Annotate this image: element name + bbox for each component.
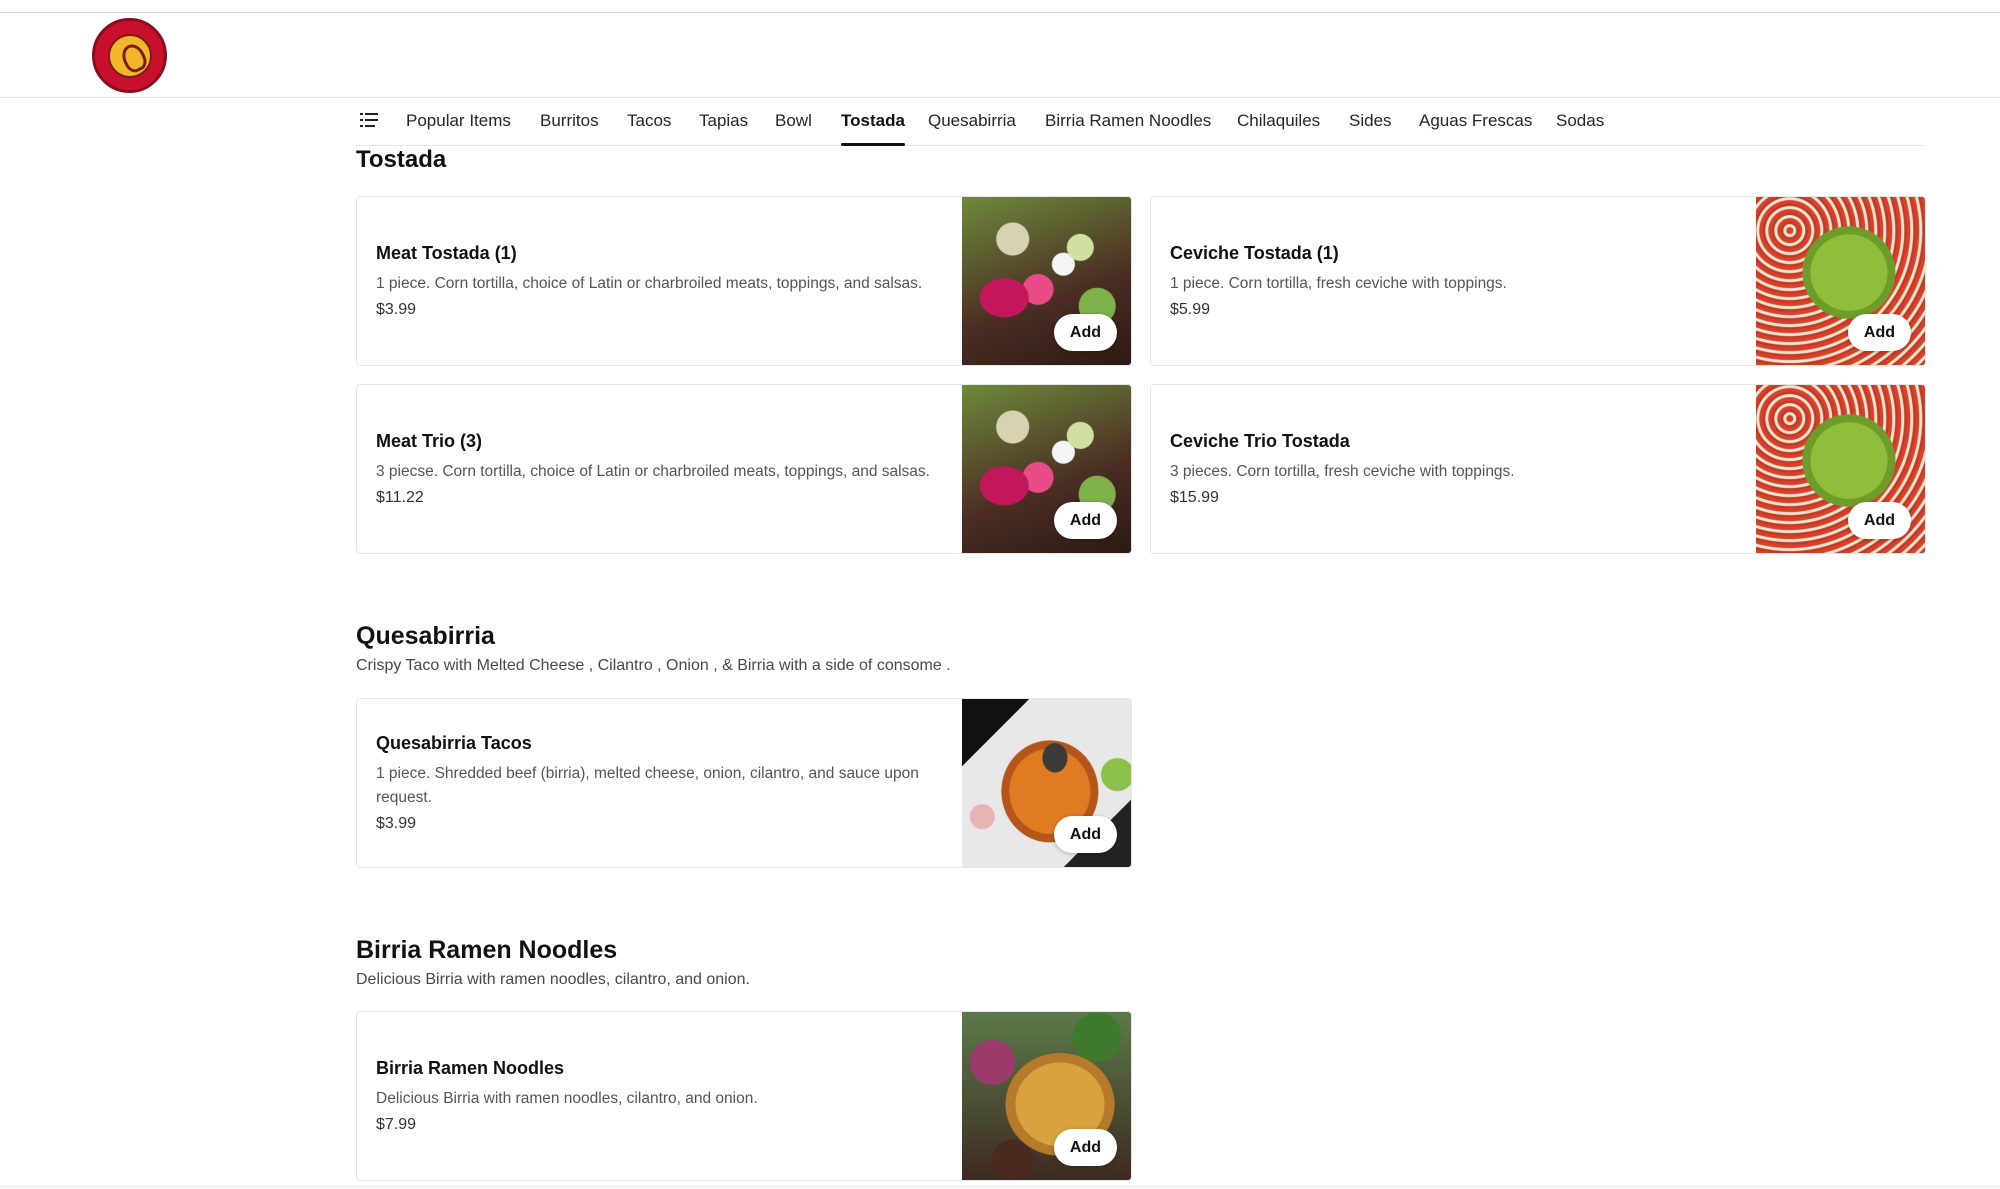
- tab-quesabirria[interactable]: Quesabirria: [928, 98, 1016, 146]
- tab-sides[interactable]: Sides: [1349, 98, 1392, 146]
- tab-sodas[interactable]: Sodas: [1556, 98, 1604, 146]
- item-name: Meat Tostada (1): [376, 243, 517, 263]
- section-title-tostada: Tostada: [356, 146, 447, 173]
- list-icon[interactable]: [360, 112, 378, 128]
- add-button[interactable]: Add: [1053, 314, 1117, 351]
- section-subtitle: Delicious Birria with ramen noodles, cil…: [356, 971, 750, 988]
- tab-tacos[interactable]: Tacos: [627, 98, 671, 146]
- item-price: $15.99: [1170, 489, 1219, 506]
- item-price: $7.99: [376, 1116, 417, 1133]
- item-name: Ceviche Tostada (1): [1170, 243, 1339, 263]
- item-price: $11.22: [376, 489, 424, 506]
- section-title-quesabirria: Quesabirria: [356, 622, 495, 650]
- item-description: 1 piece. Shredded beef (birria), melted …: [376, 765, 919, 806]
- item-name: Ceviche Trio Tostada: [1170, 431, 1350, 451]
- tab-bowl[interactable]: Bowl: [775, 98, 812, 146]
- item-description: 3 piecse. Corn tortilla, choice of Latin…: [376, 463, 930, 480]
- tab-tapias[interactable]: Tapias: [699, 98, 748, 146]
- tab-birria-ramen-noodles[interactable]: Birria Ramen Noodles: [1045, 98, 1211, 146]
- item-name: Quesabirria Tacos: [376, 733, 532, 753]
- category-nav: Popular Items Burritos Tacos Tapias Bowl…: [356, 98, 1924, 146]
- menu-item-card[interactable]: Meat Tostada (1) 1 piece. Corn tortilla,…: [356, 196, 1132, 366]
- tab-burritos[interactable]: Burritos: [540, 98, 599, 146]
- tab-aguas-frescas[interactable]: Aguas Frescas: [1419, 98, 1532, 146]
- item-description: 3 pieces. Corn tortilla, fresh ceviche w…: [1170, 463, 1515, 480]
- tab-chilaquiles[interactable]: Chilaquiles: [1237, 98, 1320, 146]
- add-button[interactable]: Add: [1053, 1129, 1117, 1166]
- item-price: $3.99: [376, 815, 417, 832]
- menu-item-card[interactable]: Ceviche Trio Tostada 3 pieces. Corn tort…: [1150, 384, 1926, 554]
- item-name: Meat Trio (3): [376, 431, 483, 451]
- bottom-edge: [0, 1185, 2000, 1189]
- item-price: $3.99: [376, 301, 417, 318]
- menu-item-card[interactable]: Ceviche Tostada (1) 1 piece. Corn tortil…: [1150, 196, 1926, 366]
- section-subtitle: Crispy Taco with Melted Cheese , Cilantr…: [356, 657, 951, 674]
- section-title-birria-ramen-noodles: Birria Ramen Noodles: [356, 936, 618, 964]
- add-button[interactable]: Add: [1847, 502, 1911, 539]
- item-name: Birria Ramen Noodles: [376, 1058, 565, 1078]
- menu-item-card[interactable]: Birria Ramen Noodles Delicious Birria wi…: [356, 1011, 1132, 1181]
- add-button[interactable]: Add: [1053, 502, 1117, 539]
- restaurant-logo[interactable]: [92, 18, 167, 93]
- tab-popular-items[interactable]: Popular Items: [406, 98, 511, 146]
- item-description: Delicious Birria with ramen noodles, cil…: [376, 1090, 758, 1107]
- donkey-logo-icon: [107, 33, 152, 78]
- add-button[interactable]: Add: [1053, 816, 1117, 853]
- tab-tostada[interactable]: Tostada: [841, 98, 905, 146]
- header: [0, 13, 2000, 98]
- menu-item-card[interactable]: Quesabirria Tacos 1 piece. Shredded beef…: [356, 698, 1132, 868]
- item-price: $5.99: [1170, 301, 1211, 318]
- add-button[interactable]: Add: [1847, 314, 1911, 351]
- menu-item-card[interactable]: Meat Trio (3) 3 piecse. Corn tortilla, c…: [356, 384, 1132, 554]
- item-description: 1 piece. Corn tortilla, choice of Latin …: [376, 275, 923, 292]
- item-description: 1 piece. Corn tortilla, fresh ceviche wi…: [1170, 275, 1507, 292]
